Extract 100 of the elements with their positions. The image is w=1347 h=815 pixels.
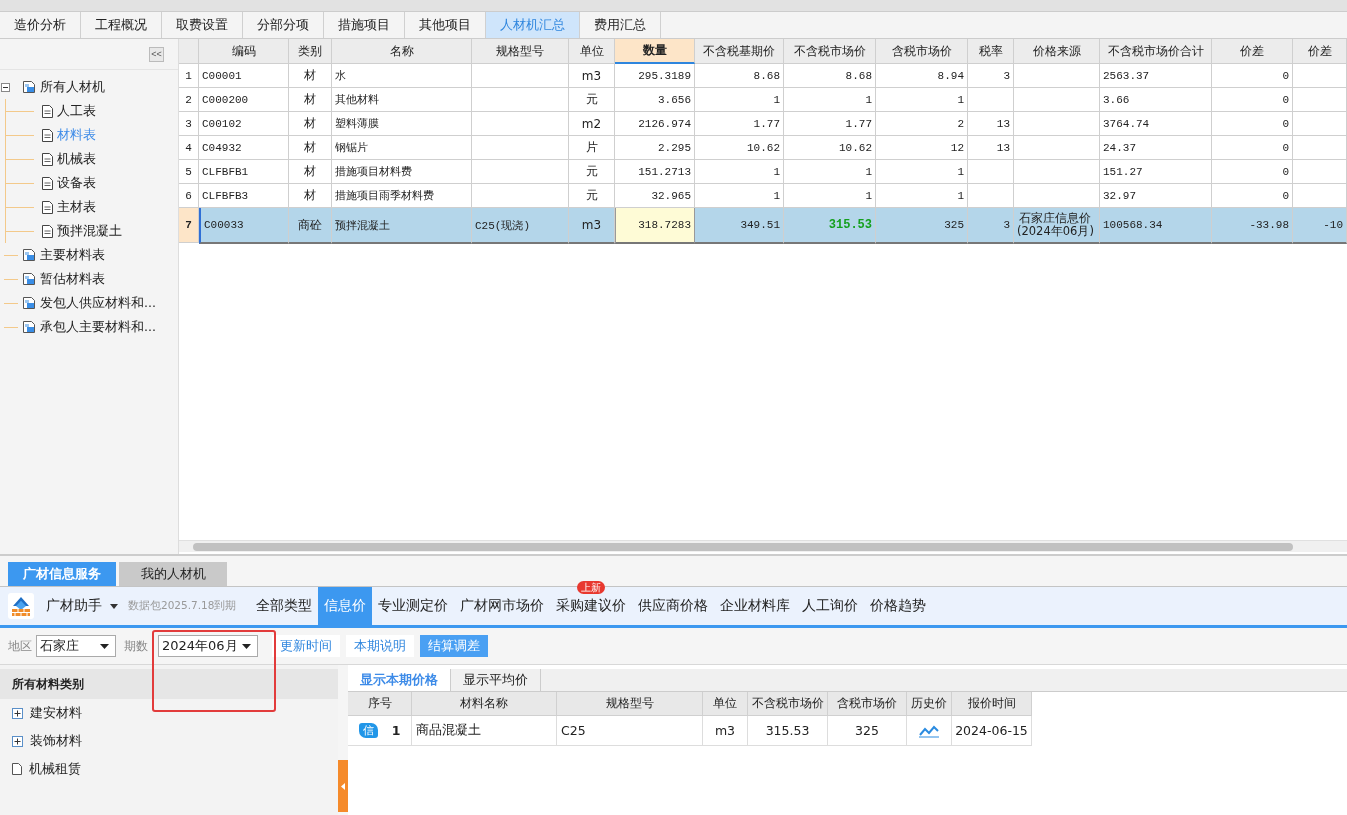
column-header[interactable]: 单位: [569, 39, 615, 64]
table-cell: 材: [289, 112, 332, 136]
category-item[interactable]: 建安材料: [30, 704, 82, 722]
category-item[interactable]: 装饰材料: [30, 732, 82, 750]
table-cell: 1: [695, 160, 784, 184]
assistant-menu[interactable]: 广材助手: [46, 597, 102, 615]
tree-item[interactable]: 所有人材机: [40, 78, 105, 96]
row-number: 2: [179, 88, 199, 112]
table-cell: [1293, 112, 1347, 136]
scrollbar-thumb[interactable]: [193, 543, 1293, 551]
column-header[interactable]: 价差: [1212, 39, 1293, 64]
trend-chart-icon[interactable]: [919, 723, 939, 738]
expand-icon[interactable]: [12, 735, 23, 747]
category-tab[interactable]: 全部类型: [250, 595, 319, 617]
filter-button[interactable]: 本期说明: [346, 635, 414, 657]
table-cell: -10: [1293, 208, 1347, 244]
table-cell: m3: [569, 64, 615, 88]
table-cell: 315.53: [784, 208, 876, 244]
collapse-icon[interactable]: [1, 82, 10, 92]
column-header[interactable]: 含税市场价: [876, 39, 968, 64]
report-icon: [22, 272, 36, 286]
table-cell: 315.53: [748, 716, 828, 746]
report-icon: [22, 248, 36, 262]
column-header[interactable]: 名称: [332, 39, 472, 64]
category-tab[interactable]: 专业测定价: [372, 595, 455, 617]
table-cell: 100568.34: [1100, 208, 1212, 244]
tab[interactable]: 我的人材机: [119, 562, 227, 586]
column-header: 不含税市场价: [748, 692, 828, 716]
tree-item[interactable]: 机械表: [57, 150, 96, 168]
tree-item[interactable]: 主要材料表: [40, 246, 105, 264]
column-header[interactable]: 税率: [968, 39, 1014, 64]
tab[interactable]: 工程概况: [81, 12, 162, 38]
category-tab[interactable]: 企业材料库: [714, 595, 797, 617]
column-header: 含税市场价: [828, 692, 907, 716]
tree-item[interactable]: 设备表: [57, 174, 96, 192]
tree-item[interactable]: 承包人主要材料和...: [40, 318, 156, 336]
table-cell: C00033: [199, 208, 289, 244]
table-cell: 325: [828, 716, 907, 746]
tree-item[interactable]: 发包人供应材料和...: [40, 294, 156, 312]
column-header[interactable]: 价格来源: [1014, 39, 1100, 64]
tab[interactable]: 显示平均价: [451, 669, 541, 691]
caret-icon[interactable]: [242, 643, 251, 649]
table-cell: C00102: [199, 112, 289, 136]
column-header[interactable]: 不含税市场价: [784, 39, 876, 64]
table-cell: 2024-06-15: [952, 716, 1032, 746]
row-number: 3: [179, 112, 199, 136]
row-number: 6: [179, 184, 199, 208]
tree-item[interactable]: 人工表: [57, 102, 96, 120]
history-button[interactable]: [907, 716, 952, 746]
table-cell: [1293, 88, 1347, 112]
tree-item[interactable]: 预拌混凝土: [57, 222, 122, 240]
caret-icon[interactable]: [110, 603, 118, 609]
column-header[interactable]: 类别: [289, 39, 332, 64]
tab[interactable]: 措施项目: [324, 12, 405, 38]
tab[interactable]: 取费设置: [162, 12, 243, 38]
region-select[interactable]: 石家庄: [36, 635, 116, 657]
table-cell: 材: [289, 160, 332, 184]
table-cell: 其他材料: [332, 88, 472, 112]
report-icon: [22, 320, 36, 334]
column-header[interactable]: 编码: [199, 39, 289, 64]
table-cell: 24.37: [1100, 136, 1212, 160]
tab[interactable]: 造价分析: [0, 12, 81, 38]
table-cell: 0: [1212, 160, 1293, 184]
table-cell: C00001: [199, 64, 289, 88]
splitter-handle[interactable]: [338, 760, 348, 812]
category-tab[interactable]: 广材网市场价: [454, 595, 551, 617]
category-tab[interactable]: 价格趋势: [864, 595, 933, 617]
table-cell: 元: [569, 88, 615, 112]
tab[interactable]: 分部分项: [243, 12, 324, 38]
column-header[interactable]: 数量: [615, 39, 695, 64]
table-cell: 0: [1212, 88, 1293, 112]
table-cell: 13: [968, 136, 1014, 160]
tree-item[interactable]: 主材表: [57, 198, 96, 216]
table-cell: 材: [289, 88, 332, 112]
column-header[interactable]: 不含税市场价合计: [1100, 39, 1212, 64]
column-header: 规格型号: [557, 692, 703, 716]
document-icon: [12, 763, 22, 775]
table-cell: 8.68: [784, 64, 876, 88]
category-tab[interactable]: 采购建议价: [550, 595, 633, 617]
table-cell: [1293, 136, 1347, 160]
column-header: 单位: [703, 692, 748, 716]
period-select[interactable]: 2024年06月: [158, 635, 258, 657]
table-cell: 元: [569, 160, 615, 184]
table-cell: 预拌混凝土: [332, 208, 472, 244]
column-header[interactable]: 规格型号: [472, 39, 569, 64]
document-icon: [42, 200, 53, 214]
column-header[interactable]: 不含税基期价: [695, 39, 784, 64]
column-header: 报价时间: [952, 692, 1032, 716]
tree-item[interactable]: 暂估材料表: [40, 270, 105, 288]
column-header[interactable]: 价差: [1293, 39, 1347, 64]
category-tab[interactable]: 供应商价格: [632, 595, 715, 617]
filter-button[interactable]: 更新时间: [272, 635, 340, 657]
table-cell: 商砼: [289, 208, 332, 244]
category-tab[interactable]: 人工询价: [796, 595, 865, 617]
collapse-button[interactable]: <<: [149, 46, 164, 62]
category-item[interactable]: 机械租赁: [29, 760, 81, 778]
table-cell: C25: [557, 716, 703, 746]
tab[interactable]: 费用汇总: [580, 12, 661, 38]
caret-icon[interactable]: [100, 643, 109, 649]
expand-icon[interactable]: [12, 707, 23, 719]
